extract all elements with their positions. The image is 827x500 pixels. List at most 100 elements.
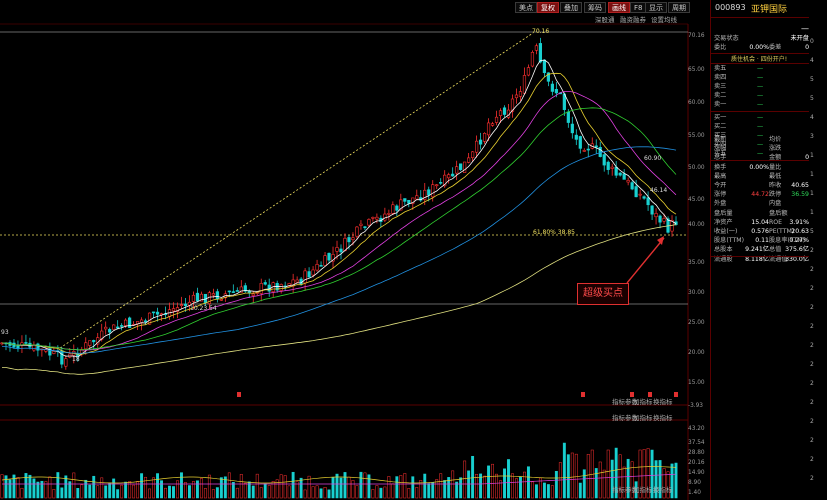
- indicator-button-2[interactable]: 换指标: [653, 412, 673, 422]
- stat-label: 最新: [714, 136, 727, 143]
- indicator-button-2[interactable]: 换指标: [653, 396, 673, 406]
- price-tick: 30.00: [688, 290, 705, 296]
- candle-body: [415, 195, 419, 200]
- volume-bar: [323, 486, 327, 499]
- volume-bar: [52, 489, 56, 499]
- toolbar-button-4[interactable]: 画线: [608, 2, 630, 13]
- ma-line-60: [1, 146, 677, 354]
- volume-tick: 20.16: [688, 460, 705, 466]
- base-price-label: 18: [72, 356, 80, 363]
- stat-row: 外盘 内盘: [711, 199, 809, 208]
- volume-bar: [598, 461, 602, 499]
- candle-body: [151, 311, 156, 314]
- stock-name: 亚钾国际: [751, 5, 788, 15]
- volume-bar: [387, 476, 391, 499]
- candle-body: [92, 340, 96, 343]
- toolbar-button-3[interactable]: 筹码: [584, 2, 606, 13]
- stat-label-2: 昨收: [769, 182, 782, 189]
- candle-body: [494, 116, 499, 123]
- volume-bar: [104, 485, 108, 499]
- volume-bar: [451, 470, 455, 499]
- promo-link[interactable]: 质住机会 · 四份开户!: [731, 54, 787, 63]
- edge-value: 1: [810, 152, 814, 159]
- candle-body: [550, 83, 554, 92]
- candle-body: [658, 215, 662, 223]
- candle-body: [403, 198, 407, 202]
- indicator-button-2[interactable]: 换指标: [653, 484, 673, 494]
- divider: [711, 17, 809, 18]
- kline-chart-svg[interactable]: [0, 0, 710, 500]
- indicator-button-1[interactable]: 加指标: [633, 412, 653, 422]
- candle-body: [602, 154, 606, 166]
- candle-body: [323, 255, 327, 266]
- stat-label-2: 涨跌: [769, 145, 782, 153]
- candle-body: [183, 303, 188, 306]
- candle-body: [319, 265, 323, 267]
- candle-body: [143, 320, 148, 323]
- toolbar-button-7[interactable]: 周期: [668, 2, 690, 13]
- volume-bar: [28, 474, 32, 499]
- volume-bar: [439, 473, 443, 499]
- candle-body: [263, 282, 267, 285]
- stat-label: 今开: [714, 182, 727, 189]
- candle-body: [231, 291, 235, 293]
- indicator-button-1[interactable]: 加指标: [633, 484, 653, 494]
- candle-body: [128, 317, 132, 328]
- volume-bar: [399, 475, 403, 499]
- candle-body: [395, 205, 399, 211]
- volume-bar: [455, 481, 459, 499]
- volume-tick: 8.90: [688, 480, 701, 486]
- stat-label-2: 均价: [769, 136, 782, 143]
- volume-bar: [299, 477, 303, 499]
- candle-body: [343, 237, 347, 252]
- candle-body: [642, 196, 646, 199]
- toolbar-button-0[interactable]: 美点: [515, 2, 537, 13]
- volume-bar: [184, 482, 187, 499]
- volume-bar: [367, 474, 371, 499]
- price-tick: -3.93: [688, 403, 703, 409]
- toolbar-button-6[interactable]: 显示: [645, 2, 667, 13]
- toolbar-button-5[interactable]: F8: [630, 2, 647, 13]
- trend-line: [59, 32, 534, 349]
- kline-chart-area[interactable]: 美点 复权 叠加 筹码 画线 F8 显示 周期 深股通 融资融券 设置均线 61.80% 38.8…: [0, 0, 710, 500]
- indicator-button-1[interactable]: 加指标: [633, 396, 653, 406]
- stat-label: 涨停: [714, 191, 727, 199]
- sub-toolbar-button-1[interactable]: 融资融券: [620, 14, 646, 24]
- ask-price: —: [757, 83, 764, 90]
- volume-bar: [24, 473, 28, 499]
- candle-body: [463, 161, 467, 173]
- volume-bar: [339, 477, 343, 499]
- edge-value: 5: [810, 76, 814, 83]
- volume-bar: [602, 469, 606, 499]
- volume-bar: [279, 474, 283, 499]
- toolbar-button-1[interactable]: 复权: [537, 2, 559, 13]
- toolbar-button-2[interactable]: 叠加: [560, 2, 582, 13]
- volume-bar: [403, 473, 407, 499]
- candle-body: [614, 166, 618, 176]
- sub-toolbar-button-0[interactable]: 深股通: [595, 14, 615, 24]
- callout-arrow-line: [626, 237, 665, 284]
- candle-body: [646, 197, 650, 206]
- stat-value-2: 36.59: [791, 191, 809, 199]
- stat-value: 0.11: [755, 237, 769, 245]
- stat-value-2: 0.27%: [789, 237, 809, 245]
- candle-body: [112, 324, 116, 330]
- stat-value: 9.241亿: [745, 246, 769, 254]
- volume-bar: [507, 459, 510, 499]
- sub-toolbar-button-2[interactable]: 设置均线: [651, 14, 677, 24]
- candle-body: [447, 174, 451, 179]
- candle-body: [279, 284, 283, 291]
- stat-row: 最新 均价: [711, 135, 809, 144]
- candle-body: [24, 342, 28, 344]
- candle-body: [486, 122, 491, 136]
- candle-body: [654, 213, 658, 218]
- volume-bar: [259, 487, 263, 499]
- candle-body: [638, 193, 642, 196]
- candle-body: [490, 123, 495, 126]
- volume-bar: [363, 472, 367, 499]
- bid-label: 买一: [714, 114, 727, 121]
- volume-bar: [211, 489, 215, 499]
- stat-label: 总手: [714, 154, 727, 162]
- weibi-value: 0.00%: [749, 44, 769, 51]
- volume-bar: [140, 473, 144, 499]
